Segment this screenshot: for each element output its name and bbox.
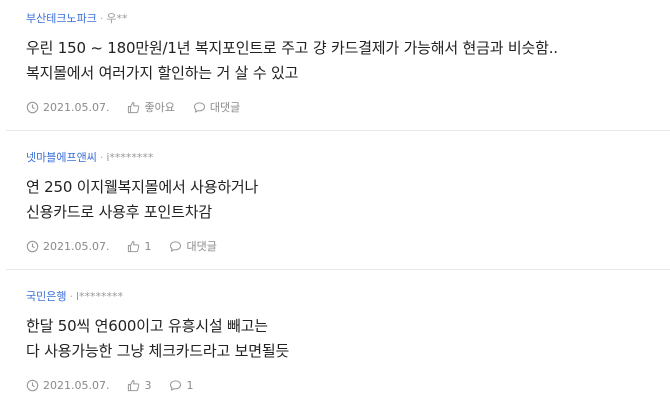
comment-meta: 넷마블에프앤씨 · i******** xyxy=(26,150,670,166)
comment-meta: 국민은행 · l******** xyxy=(26,289,670,305)
username: i******** xyxy=(106,151,154,164)
like-button[interactable]: 1 xyxy=(127,240,151,253)
comment-item: 국민은행 · l******** 한달 50씩 연600이고 유흥시설 빼고는 다 … xyxy=(6,270,670,405)
comment-line: 신용카드로 사용후 포인트차감 xyxy=(26,203,212,221)
comment-body: 연 250 이지웰복지몰에서 사용하거나 신용카드로 사용후 포인트차감 xyxy=(26,175,670,225)
date-text: 2021.05.07. xyxy=(43,239,110,253)
comment-date: 2021.05.07. xyxy=(26,101,109,114)
thumbs-up-icon xyxy=(128,101,140,113)
meta-separator: · xyxy=(99,12,104,25)
clock-icon xyxy=(26,240,39,252)
thumbs-up-icon xyxy=(128,379,140,391)
comment-actions: 2021.05.07. 3 1 xyxy=(26,377,670,393)
speech-bubble-icon xyxy=(170,240,182,252)
like-label: 좋아요 xyxy=(144,101,175,114)
company-link[interactable]: 부산테크노파크 xyxy=(26,12,97,25)
date-text: 2021.05.07. xyxy=(43,378,110,392)
comment-actions: 2021.05.07. 좋아요 대댓글 xyxy=(26,99,670,115)
like-count: 1 xyxy=(144,239,152,253)
comment-date: 2021.05.07. xyxy=(26,240,109,253)
reply-button[interactable]: 대댓글 xyxy=(193,99,240,115)
username: l******** xyxy=(75,290,124,303)
company-link[interactable]: 넷마블에프앤씨 xyxy=(26,151,97,164)
comment-body: 한달 50씩 연600이고 유흥시설 빼고는 다 사용가능한 그냥 체크카드라고… xyxy=(26,314,670,364)
comment-actions: 2021.05.07. 1 대댓글 xyxy=(26,238,670,254)
clock-icon xyxy=(26,101,39,113)
reply-count: 1 xyxy=(186,378,194,392)
clock-icon xyxy=(26,379,39,391)
like-button[interactable]: 좋아요 xyxy=(127,99,175,115)
comment-line: 우린 150 ~ 180만원/1년 복지포인트로 주고 걍 카드결제가 가능해서… xyxy=(26,39,558,57)
comment-meta: 부산테크노파크 · 우** xyxy=(26,11,670,27)
comment-line: 복지몰에서 여러가지 할인하는 거 살 수 있고 xyxy=(26,64,299,82)
like-button[interactable]: 3 xyxy=(127,379,151,392)
like-count: 3 xyxy=(144,378,152,392)
reply-button[interactable]: 1 xyxy=(169,379,193,392)
thumbs-up-icon xyxy=(128,240,140,252)
comment-line: 다 사용가능한 그냥 체크카드라고 보면될듯 xyxy=(26,342,290,360)
reply-label: 대댓글 xyxy=(186,240,217,253)
comment-date: 2021.05.07. xyxy=(26,379,109,392)
comment-line: 한달 50씩 연600이고 유흥시설 빼고는 xyxy=(26,317,268,335)
reply-label: 대댓글 xyxy=(209,101,241,114)
comment-item: 부산테크노파크 · 우** 우린 150 ~ 180만원/1년 복지포인트로 주고 … xyxy=(6,0,670,131)
meta-separator: · xyxy=(99,151,104,164)
reply-button[interactable]: 대댓글 xyxy=(169,238,217,254)
comment-body: 우린 150 ~ 180만원/1년 복지포인트로 주고 걍 카드결제가 가능해서… xyxy=(26,36,670,86)
comment-item: 넷마블에프앤씨 · i******** 연 250 이지웰복지몰에서 사용하거나 신… xyxy=(6,131,670,270)
speech-bubble-icon xyxy=(193,101,205,113)
speech-bubble-icon xyxy=(170,379,182,391)
company-link[interactable]: 국민은행 xyxy=(26,290,66,303)
meta-separator: · xyxy=(69,290,73,303)
username: 우** xyxy=(106,12,128,25)
comment-line: 연 250 이지웰복지몰에서 사용하거나 xyxy=(26,178,259,196)
date-text: 2021.05.07. xyxy=(43,100,110,114)
